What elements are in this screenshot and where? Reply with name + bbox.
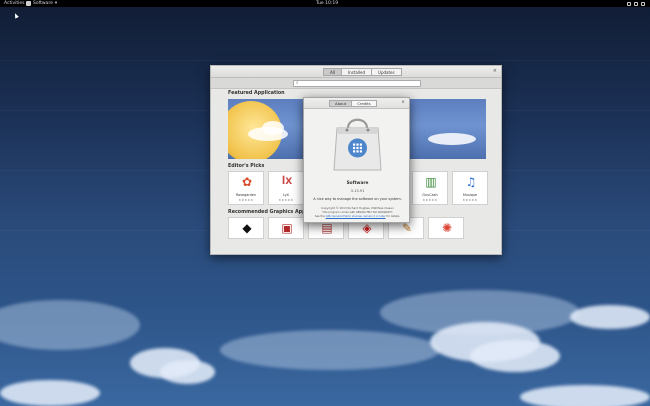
krita-icon: ◈	[362, 221, 372, 235]
about-copyright: Copyright © 2013 Richard Hughes, Matthia…	[321, 206, 394, 210]
clock[interactable]: Tue 10:19	[316, 0, 338, 7]
license-link[interactable]: GNU General Public License, version 2 or…	[326, 215, 386, 218]
mode-switcher: All Installed Updates	[323, 68, 402, 76]
about-app-name: Software	[346, 181, 369, 186]
rating-stars: ★★★★★	[422, 198, 438, 202]
about-app-description: A nice way to manage the software on you…	[313, 197, 402, 201]
app-tile-lyx[interactable]: ꟾX LyX ★★★★★	[268, 171, 304, 205]
window-headerbar: All Installed Updates ×	[211, 66, 501, 78]
app-tile-musique[interactable]: ♫ Musique ★★★★★	[452, 171, 488, 205]
app-tile-gnucash[interactable]: ▥ GnuCash ★★★★★	[412, 171, 448, 205]
shotwell-icon: ▤	[321, 221, 333, 235]
darktable-icon: ✺	[441, 221, 453, 235]
about-dialog-header: About Credits ×	[304, 98, 409, 109]
mypaint-icon: ✎	[401, 221, 413, 235]
license-suffix: for details.	[386, 215, 401, 218]
activities-button[interactable]: Activities	[4, 0, 25, 7]
network-icon	[627, 1, 631, 6]
rosegarden-icon: ✿	[241, 175, 253, 189]
about-app-version: 3.13.91	[350, 189, 365, 193]
rating-stars: ★★★★★	[238, 198, 254, 202]
about-warranty: This program comes with ABSOLUTELY NO WA…	[322, 211, 393, 214]
system-status-area[interactable]	[627, 0, 645, 6]
app-menu-label: Software	[33, 1, 53, 6]
tab-credits[interactable]: Credits	[351, 100, 377, 107]
banner-cloud	[262, 121, 284, 135]
tab-all[interactable]: All	[323, 68, 342, 76]
top-bar: Activities Software ▾ Tue 10:19	[0, 0, 650, 7]
app-tile-name: Rosegarden	[235, 193, 257, 197]
shopping-bag-icon	[333, 118, 382, 171]
app-tile[interactable]: ◆	[228, 217, 264, 239]
inkscape-icon: ◆	[242, 221, 252, 235]
about-tabs: About Credits	[329, 100, 377, 107]
search-icon: ⌕	[296, 81, 299, 86]
app-tile-name: Musique	[462, 193, 478, 197]
app-menu-button[interactable]: Software ▾	[26, 0, 57, 7]
software-app-icon	[26, 1, 31, 6]
gnucash-icon: ▥	[425, 175, 437, 189]
app-tile-name: LyX	[283, 193, 289, 197]
search-bar: ⌕	[211, 78, 501, 89]
banner-cloud	[428, 133, 476, 145]
tab-installed[interactable]: Installed	[340, 68, 373, 76]
app-tile-name: GnuCash	[422, 193, 438, 197]
power-icon	[641, 1, 645, 6]
about-dialog: About Credits × Software 3.13.91 A nice …	[303, 97, 410, 223]
about-license: See the GNU General Public License, vers…	[304, 215, 411, 218]
app-tile-rosegarden[interactable]: ✿ Rosegarden ★★★★★	[228, 171, 264, 205]
close-icon[interactable]: ×	[493, 68, 497, 74]
volume-icon	[634, 1, 638, 6]
scribus-icon: ▣	[281, 221, 293, 235]
lyx-icon: ꟾX	[281, 177, 293, 187]
rating-stars: ★★★★★	[462, 198, 478, 202]
tab-updates[interactable]: Updates	[371, 68, 402, 76]
rating-stars: ★★★★★	[278, 198, 294, 202]
license-prefix: See the	[314, 215, 325, 218]
musique-icon: ♫	[465, 175, 477, 189]
chevron-down-icon: ▾	[54, 1, 58, 6]
close-icon[interactable]: ×	[401, 100, 405, 105]
tab-about[interactable]: About	[329, 100, 353, 107]
search-input[interactable]: ⌕	[293, 80, 421, 87]
app-tile[interactable]: ✺	[428, 217, 464, 239]
app-tile[interactable]: ▣	[268, 217, 304, 239]
